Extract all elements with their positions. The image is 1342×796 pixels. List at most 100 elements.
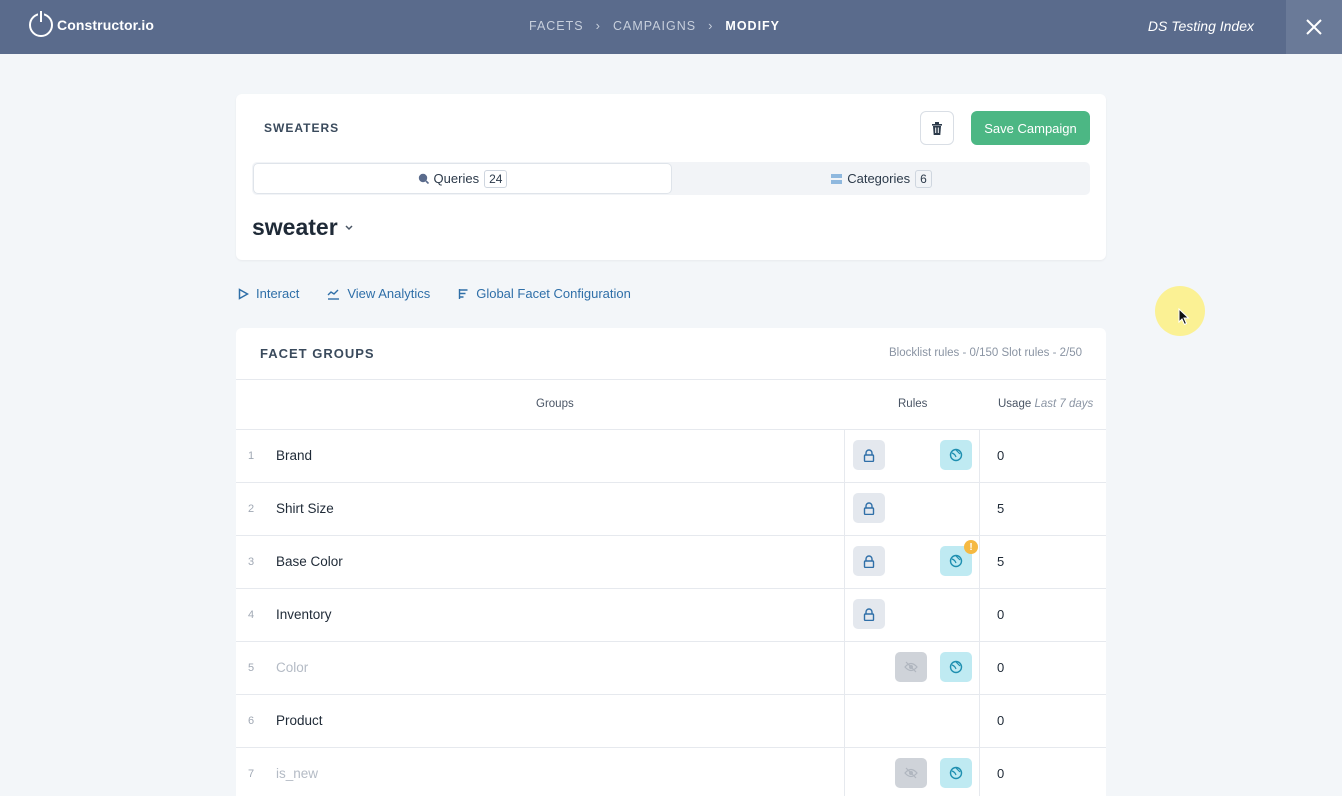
row-number: 2 xyxy=(248,503,255,515)
chevron-right-icon: › xyxy=(708,18,714,33)
lock-rule-button[interactable] xyxy=(853,546,885,576)
campaign-tabs: Queries 24 Categories 6 xyxy=(252,162,1090,195)
analytics-icon xyxy=(327,289,340,300)
rules-cell xyxy=(844,748,980,796)
rules-cell xyxy=(844,430,980,482)
power-icon xyxy=(29,11,53,37)
hidden-rule-button[interactable] xyxy=(895,652,927,682)
interact-label: Interact xyxy=(256,286,300,301)
column-groups: Groups xyxy=(536,398,574,410)
eye-off-icon xyxy=(904,767,918,779)
usage-value: 0 xyxy=(997,660,1005,675)
globe-icon xyxy=(949,766,963,780)
usage-value: 0 xyxy=(997,448,1005,463)
view-analytics-link[interactable]: View Analytics xyxy=(327,286,430,301)
table-row[interactable]: 2 Shirt Size 5 xyxy=(236,483,1106,536)
slot-rule-button[interactable] xyxy=(940,652,972,682)
table-header: Groups Rules Usage Last 7 days xyxy=(236,380,1106,430)
lock-icon xyxy=(863,607,875,621)
table-row[interactable]: 7 is_new 0 xyxy=(236,748,1106,796)
mouse-cursor-icon xyxy=(1178,308,1190,326)
delete-button[interactable] xyxy=(920,111,954,145)
rules-cell xyxy=(844,695,980,747)
index-name[interactable]: DS Testing Index xyxy=(1148,18,1254,34)
table-row[interactable]: 6 Product 0 xyxy=(236,695,1106,748)
table-row[interactable]: 1 Brand 0 xyxy=(236,430,1106,483)
tab-queries-label: Queries xyxy=(433,171,480,186)
trash-icon xyxy=(932,121,942,135)
slot-rule-button[interactable] xyxy=(940,758,972,788)
group-name[interactable]: is_new xyxy=(276,766,318,781)
globe-icon xyxy=(949,660,963,674)
eye-off-icon xyxy=(904,661,918,673)
row-number: 6 xyxy=(248,715,255,727)
column-usage-label: Usage xyxy=(998,398,1032,410)
tab-categories-count: 6 xyxy=(915,169,932,188)
row-number: 1 xyxy=(248,450,255,462)
chevron-down-icon xyxy=(345,225,353,231)
breadcrumb-modify: MODIFY xyxy=(725,18,781,33)
campaign-card: SWEATERS Save Campaign Queries 24 Catego… xyxy=(236,94,1106,260)
table-row[interactable]: 5 Color 0 xyxy=(236,642,1106,695)
column-usage: Usage Last 7 days xyxy=(998,398,1093,410)
search-icon xyxy=(418,173,429,184)
brand-name: Constructor.io xyxy=(57,17,155,33)
query-selector[interactable]: sweater xyxy=(252,214,354,241)
globe-icon xyxy=(949,448,963,462)
lock-rule-button[interactable] xyxy=(853,599,885,629)
warning-icon: ! xyxy=(964,540,978,554)
tab-categories[interactable]: Categories 6 xyxy=(673,162,1090,195)
tab-queries[interactable]: Queries 24 xyxy=(253,163,672,194)
tab-queries-count: 24 xyxy=(484,169,508,188)
brand-logo[interactable]: Constructor.io xyxy=(29,11,155,37)
action-links: Interact View Analytics Global Facet Con… xyxy=(238,286,631,301)
globe-icon xyxy=(949,554,963,568)
column-rules: Rules xyxy=(898,398,928,410)
tab-categories-label: Categories xyxy=(847,171,911,186)
group-name[interactable]: Brand xyxy=(276,448,312,463)
slot-rule-button[interactable]: ! xyxy=(940,540,978,576)
group-name[interactable]: Inventory xyxy=(276,607,332,622)
breadcrumb: FACETS › CAMPAIGNS › MODIFY xyxy=(529,18,780,33)
list-icon xyxy=(831,173,843,184)
lock-rule-button[interactable] xyxy=(853,493,885,523)
group-name[interactable]: Product xyxy=(276,713,323,728)
global-facet-configuration-label: Global Facet Configuration xyxy=(476,286,631,301)
group-name[interactable]: Shirt Size xyxy=(276,501,334,516)
usage-value: 5 xyxy=(997,554,1005,569)
top-bar: Constructor.io FACETS › CAMPAIGNS › MODI… xyxy=(0,0,1342,54)
lock-icon xyxy=(863,501,875,515)
chevron-right-icon: › xyxy=(595,18,601,33)
view-analytics-label: View Analytics xyxy=(347,286,431,301)
row-number: 7 xyxy=(248,768,255,780)
facet-config-icon xyxy=(459,288,468,299)
rules-cell xyxy=(844,483,980,535)
row-number: 4 xyxy=(248,609,255,621)
close-button[interactable] xyxy=(1286,0,1342,54)
table-row[interactable]: 3 Base Color ! 5 xyxy=(236,536,1106,589)
table-row[interactable]: 4 Inventory 0 xyxy=(236,589,1106,642)
rules-cell: ! xyxy=(844,536,980,588)
usage-value: 0 xyxy=(997,607,1005,622)
save-campaign-button[interactable]: Save Campaign xyxy=(971,111,1090,145)
facet-groups-title: FACET GROUPS xyxy=(260,346,375,361)
breadcrumb-facets[interactable]: FACETS xyxy=(529,19,584,33)
slot-rule-button[interactable] xyxy=(940,440,972,470)
lock-rule-button[interactable] xyxy=(853,440,885,470)
lock-icon xyxy=(863,448,875,462)
group-name[interactable]: Color xyxy=(276,660,308,675)
row-number: 3 xyxy=(248,556,255,568)
close-icon xyxy=(1306,19,1322,35)
hidden-rule-button[interactable] xyxy=(895,758,927,788)
usage-value: 0 xyxy=(997,766,1005,781)
usage-value: 0 xyxy=(997,713,1005,728)
row-number: 5 xyxy=(248,662,255,674)
interact-link[interactable]: Interact xyxy=(238,286,299,301)
usage-value: 5 xyxy=(997,501,1005,516)
column-usage-note: Last 7 days xyxy=(1034,398,1094,410)
global-facet-configuration-link[interactable]: Global Facet Configuration xyxy=(458,286,631,301)
group-name[interactable]: Base Color xyxy=(276,554,343,569)
facet-groups-header: FACET GROUPS Blocklist rules - 0/150 Slo… xyxy=(236,328,1106,380)
query-name: sweater xyxy=(252,214,338,240)
breadcrumb-campaigns[interactable]: CAMPAIGNS xyxy=(613,19,696,33)
